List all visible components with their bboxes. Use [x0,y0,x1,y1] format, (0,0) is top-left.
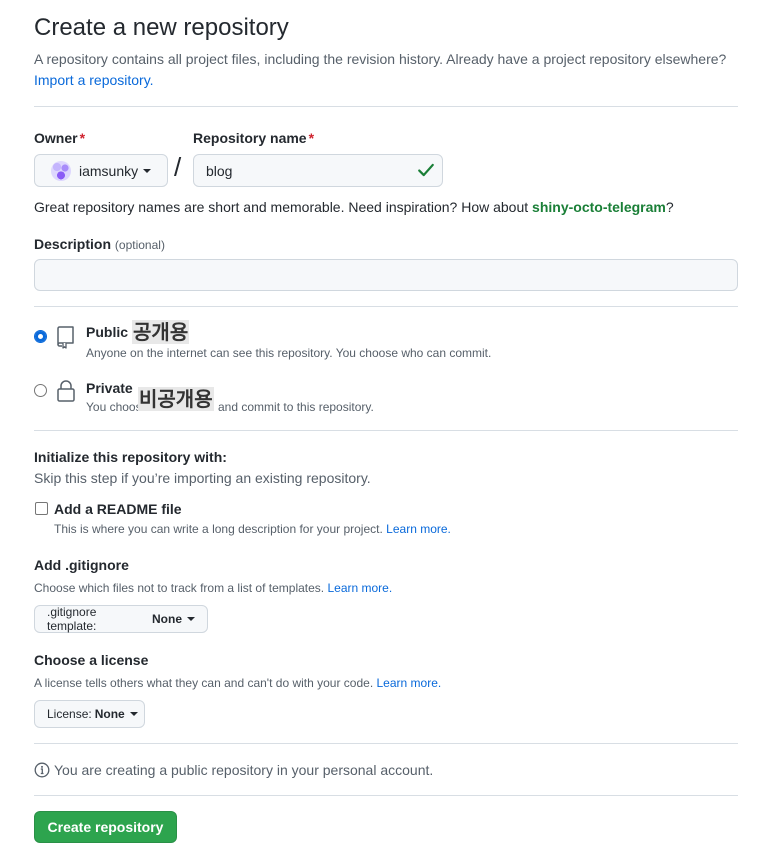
readme-label[interactable]: Add a README file [54,501,182,517]
initialize-subtitle: Skip this step if you’re importing an ex… [34,470,371,486]
private-option-desc-start: You choos [86,400,142,414]
gitignore-title: Add .gitignore [34,557,129,573]
public-option-title: Public 공개용 [86,320,190,344]
lock-icon [57,380,75,402]
description-label: Description (optional) [34,236,165,252]
create-repository-button[interactable]: Create repository [34,811,177,843]
owner-value: iamsunky [79,162,139,179]
required-mark: * [79,130,86,146]
license-title: Choose a license [34,652,149,668]
owner-select[interactable]: iamsunky [34,154,168,187]
owner-repo-separator: / [174,152,182,182]
repo-name-input[interactable] [193,154,443,187]
caret-down-icon [129,712,138,716]
overlay-label: 공개용 [132,320,190,344]
import-repository-link[interactable]: Import a repository. [34,72,154,88]
divider [34,106,738,107]
repo-icon [57,326,74,349]
required-mark: * [308,130,315,146]
info-icon [34,762,50,778]
page-subtitle: A repository contains all project files,… [34,49,738,91]
gitignore-desc: Choose which files not to track from a l… [34,581,393,595]
readme-desc: This is where you can write a long descr… [54,522,451,536]
private-option-title: Private [86,380,133,396]
divider [34,795,738,796]
gitignore-learn-more-link[interactable]: Learn more. [327,581,392,595]
optional-tag: (optional) [114,238,165,252]
caret-down-icon [143,168,152,173]
name-suggestion[interactable]: shiny-octo-telegram [532,199,666,215]
private-option-desc-end: and commit to this repository. [218,400,374,414]
overlay-label: 비공개용 [138,387,214,411]
license-learn-more-link[interactable]: Learn more. [377,676,442,690]
subtitle-text: A repository contains all project files,… [34,51,727,67]
divider [34,306,738,307]
visibility-info: You are creating a public repository in … [34,762,433,778]
check-icon [418,163,434,177]
private-radio[interactable] [34,384,47,397]
public-radio[interactable] [34,330,47,343]
info-text: You are creating a public repository in … [54,762,434,778]
gitignore-dropdown[interactable]: .gitignore template: None [34,605,208,633]
page-title: Create a new repository [34,14,289,41]
avatar [51,160,71,181]
caret-down-icon [187,617,195,621]
readme-learn-more-link[interactable]: Learn more. [386,522,451,536]
repo-name-hint: Great repository names are short and mem… [34,199,674,215]
divider [34,743,738,744]
license-desc: A license tells others what they can and… [34,676,442,690]
readme-checkbox[interactable] [35,502,48,515]
license-dropdown[interactable]: License: None [34,700,145,728]
repo-name-label: Repository name * [193,130,315,146]
description-input[interactable] [34,259,738,291]
owner-label: Owner * [34,130,86,146]
divider [34,430,738,431]
initialize-title: Initialize this repository with: [34,449,227,465]
public-option-desc: Anyone on the internet can see this repo… [86,346,492,360]
